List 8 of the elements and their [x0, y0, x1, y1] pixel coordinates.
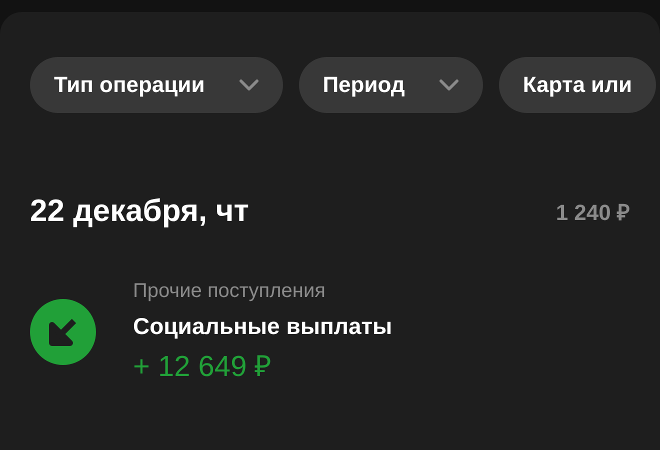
operation-amount: + 12 649 ₽	[133, 350, 272, 385]
filter-chip[interactable]: Период	[298, 57, 483, 113]
operation-title: Социальные выплаты	[133, 312, 392, 341]
date-heading: 22 декабря, чт	[30, 193, 249, 229]
filter-chip[interactable]: Карта или	[498, 57, 656, 113]
operation-category: Прочие поступления	[133, 279, 326, 304]
filter-chip[interactable]: Тип операции	[30, 57, 283, 113]
day-total: 1 240 ₽	[556, 199, 630, 226]
